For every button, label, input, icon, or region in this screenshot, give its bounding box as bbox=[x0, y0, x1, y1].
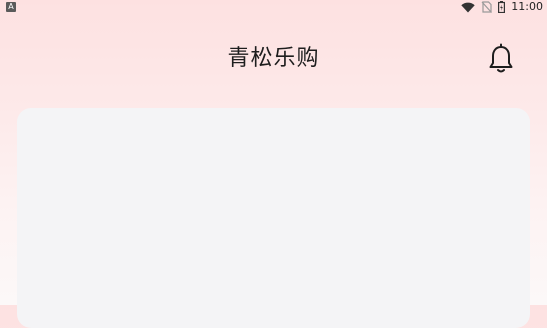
no-sim-icon bbox=[481, 0, 493, 17]
app-header: 青松乐购 bbox=[0, 30, 547, 82]
accessibility-badge-icon: A bbox=[6, 2, 16, 12]
status-bar: A 11:00 bbox=[0, 0, 547, 14]
page-title: 青松乐购 bbox=[227, 46, 320, 71]
wifi-icon bbox=[461, 0, 475, 17]
status-time: 11:00 bbox=[511, 0, 543, 13]
status-icons: 11:00 bbox=[461, 0, 543, 14]
content-card bbox=[17, 108, 530, 328]
bell-icon[interactable] bbox=[486, 43, 516, 75]
battery-icon bbox=[498, 0, 506, 17]
